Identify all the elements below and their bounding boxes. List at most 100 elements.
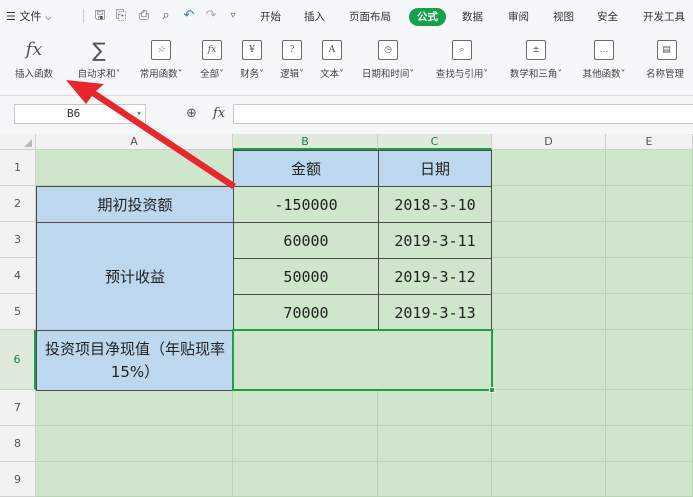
select-all-corner[interactable] [0,134,36,150]
cell-b4[interactable]: 50000 [233,258,379,295]
tab-data[interactable]: 数据 [462,9,483,25]
print-preview-icon[interactable]: ⌕ [158,8,174,24]
name-box-value: B6 [67,107,81,120]
cell-c9[interactable] [378,462,492,497]
ribbon-formulas: fx 插入函数 ∑ 自动求和˅ ☆ 常用函数˅ fx 全部˅ ¥ 财务˅ ? 逻… [0,34,693,96]
math-book-icon: ± [526,40,546,60]
cell-e9[interactable] [606,462,693,497]
clock-book-icon: ◷ [378,40,398,60]
row-header-9[interactable]: 9 [0,462,36,497]
date-time-functions-button[interactable]: ◷ 日期和时间˅ [352,38,424,88]
cell-e2[interactable] [606,186,693,222]
cell-a3-merged[interactable]: 预计收益 [36,222,234,331]
row-header-2[interactable]: 2 [0,186,36,222]
insert-function-label: 插入函数 [14,69,53,80]
main-menu-button[interactable]: ☰ 文件 ⌵ [6,9,52,26]
tab-home[interactable]: 开始 [260,9,281,25]
cell-d5[interactable] [492,294,606,330]
row-header-5[interactable]: 5 [0,294,36,330]
tab-security[interactable]: 安全 [597,9,618,25]
cell-e3[interactable] [606,222,693,258]
cell-e5[interactable] [606,294,693,330]
cell-d3[interactable] [492,222,606,258]
cell-c8[interactable] [378,426,492,462]
all-functions-button[interactable]: fx 全部˅ [192,38,232,88]
math-trig-button[interactable]: ± 数学和三角˅ [500,38,572,88]
fx-icon[interactable]: fx [213,105,225,123]
yen-book-icon: ¥ [242,40,262,60]
export-pdf-icon[interactable]: ⎘ [113,8,129,24]
cell-d9[interactable] [492,462,606,497]
row-header-1[interactable]: 1 [0,150,36,186]
row-header-8[interactable]: 8 [0,426,36,462]
cell-c5[interactable]: 2019-3-13 [378,294,492,331]
column-header-c[interactable]: C [378,134,492,150]
cell-b8[interactable] [233,426,378,462]
cell-d4[interactable] [492,258,606,294]
tab-formulas[interactable]: 公式 [409,8,446,26]
tab-review[interactable]: 审阅 [508,9,529,25]
tab-page-layout[interactable]: 页面布局 [349,9,391,25]
insert-function-button[interactable]: fx 插入函数 [0,38,68,88]
cell-c1[interactable]: 日期 [378,150,492,187]
cell-a6[interactable]: 投资项目净现值（年贴现率15%） [36,330,234,391]
cell-b1[interactable]: 金额 [233,150,379,187]
cell-b5[interactable]: 70000 [233,294,379,331]
tab-insert[interactable]: 插入 [304,9,325,25]
common-functions-button[interactable]: ☆ 常用函数˅ [130,38,192,88]
text-functions-button[interactable]: A 文本˅ [312,38,352,88]
cell-c2[interactable]: 2018-3-10 [378,186,492,223]
question-book-icon: ? [282,40,302,60]
cell-e7[interactable] [606,390,693,426]
save-icon[interactable]: 🖫 [92,8,108,24]
cell-b2[interactable]: -150000 [233,186,379,223]
logical-functions-button[interactable]: ? 逻辑˅ [272,38,312,88]
column-header-a[interactable]: A [36,134,233,150]
zoom-icon[interactable]: ⊕ [186,106,202,122]
row-header-7[interactable]: 7 [0,390,36,426]
row-header-3[interactable]: 3 [0,222,36,258]
more-functions-button[interactable]: … 其他函数˅ [572,38,636,88]
name-manager-button[interactable]: ▤ 名称管理 [640,38,693,88]
name-box[interactable]: B6 ▾ [14,104,146,124]
chevron-down-icon[interactable]: ▾ [137,105,141,123]
cell-c3[interactable]: 2019-3-11 [378,222,492,259]
row-header-6[interactable]: 6 [0,330,36,390]
row-header-4[interactable]: 4 [0,258,36,294]
cell-c7[interactable] [378,390,492,426]
customize-toolbar-icon[interactable]: ▿ [225,8,241,24]
column-header-b[interactable]: B [233,134,378,150]
cell-d6[interactable] [492,330,606,390]
cell-a8[interactable] [36,426,233,462]
column-header-e[interactable]: E [606,134,693,150]
name-manager-label: 名称管理 [646,69,685,80]
tab-view[interactable]: 视图 [553,9,574,25]
cell-d1[interactable] [492,150,606,186]
formula-input[interactable] [233,104,693,124]
cell-b9[interactable] [233,462,378,497]
tab-developer[interactable]: 开发工具 [643,9,685,25]
cell-b7[interactable] [233,390,378,426]
redo-icon[interactable]: ↷ [203,8,219,24]
cell-b3[interactable]: 60000 [233,222,379,259]
autosum-button[interactable]: ∑ 自动求和˅ [68,38,130,88]
column-header-d[interactable]: D [492,134,606,150]
date-time-functions-label: 日期和时间˅ [361,69,415,80]
cell-d2[interactable] [492,186,606,222]
cell-c4[interactable]: 2019-3-12 [378,258,492,295]
cell-e8[interactable] [606,426,693,462]
undo-icon[interactable]: ↶ [181,8,197,24]
cell-a7[interactable] [36,390,233,426]
lookup-reference-button[interactable]: ⌕ 查找与引用˅ [424,38,500,88]
cell-a1[interactable] [36,150,233,186]
cell-a9[interactable] [36,462,233,497]
cell-e1[interactable] [606,150,693,186]
fill-handle[interactable] [489,387,495,393]
cell-a2[interactable]: 期初投资额 [36,186,234,223]
cell-d8[interactable] [492,426,606,462]
cell-e4[interactable] [606,258,693,294]
cell-e6[interactable] [606,330,693,390]
cell-d7[interactable] [492,390,606,426]
financial-functions-button[interactable]: ¥ 财务˅ [232,38,272,88]
print-icon[interactable]: ⎙ [136,8,152,24]
